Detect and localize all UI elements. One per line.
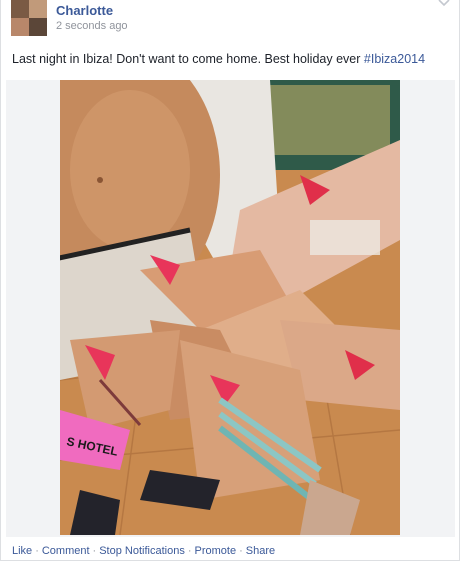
separator: · <box>92 545 97 557</box>
like-link[interactable]: Like <box>12 545 32 557</box>
chevron-down-icon[interactable] <box>437 0 451 10</box>
avatar[interactable] <box>11 0 47 36</box>
post-card: Charlotte 2 seconds ago Last night in Ib… <box>0 0 460 561</box>
separator: · <box>35 545 39 557</box>
post-header: Charlotte 2 seconds ago <box>11 0 451 38</box>
share-link[interactable]: Share <box>246 545 275 557</box>
author-name[interactable]: Charlotte <box>56 3 113 18</box>
post-photo[interactable]: S HOTEL <box>60 80 400 535</box>
post-actions: Like · Comment · Stop Notifications · Promote ·… <box>12 545 275 557</box>
separator: · <box>239 545 243 557</box>
separator: · <box>187 545 192 557</box>
comment-link[interactable]: Comment <box>42 545 90 557</box>
post-timestamp[interactable]: 2 seconds ago <box>56 20 128 32</box>
stop-notifications-link[interactable]: Stop Notifications <box>99 545 185 557</box>
hashtag-link[interactable]: #Ibiza2014 <box>364 52 425 66</box>
promote-link[interactable]: Promote <box>195 545 237 557</box>
post-text: Last night in Ibiza! Don't want to come … <box>12 52 425 66</box>
photo-illustration: S HOTEL <box>60 80 400 535</box>
post-text-body: Last night in Ibiza! Don't want to come … <box>12 52 364 66</box>
